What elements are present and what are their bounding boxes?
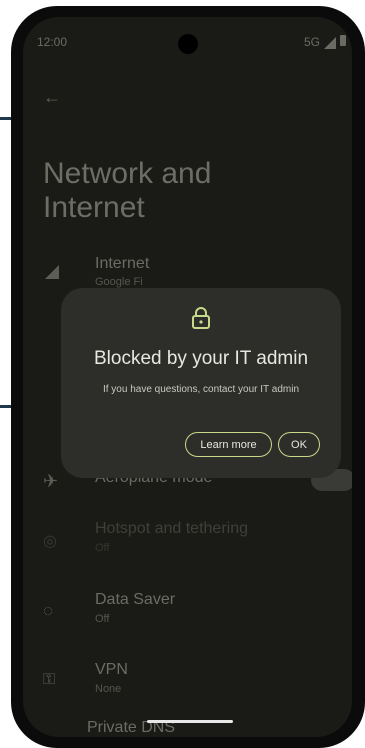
status-bar: 12:00 5G <box>23 17 352 57</box>
dialog-title: Blocked by your IT admin <box>93 348 309 369</box>
learn-more-button[interactable]: Learn more <box>185 432 272 457</box>
status-time: 12:00 <box>37 35 68 49</box>
data-saver-icon: ◌ <box>43 601 54 620</box>
settings-item-subtitle: None <box>95 683 122 695</box>
network-type: 5G <box>303 35 320 49</box>
hotspot-icon: ◎ <box>43 533 57 550</box>
settings-item-title: Hotspot and tethering <box>95 520 248 537</box>
battery-icon <box>340 35 346 46</box>
phone-frame: 12:00 5G ← Network and Internet Internet… <box>11 6 365 748</box>
lock-icon <box>192 307 210 329</box>
signal-icon <box>45 265 59 279</box>
settings-item-title: VPN <box>95 661 128 678</box>
blocked-dialog: Blocked by your IT admin If you have que… <box>61 288 341 478</box>
dialog-message: If you have questions, contact your IT a… <box>102 384 300 395</box>
back-arrow-icon[interactable]: ← <box>43 87 61 108</box>
page-title: Network and Internet <box>43 157 212 224</box>
settings-item-title: Internet <box>95 255 150 272</box>
phone-screen: 12:00 5G ← Network and Internet Internet… <box>23 17 352 737</box>
settings-item-subtitle: Off <box>95 613 110 625</box>
camera-cutout <box>178 34 198 54</box>
settings-item-subtitle: Google Fi <box>95 276 143 288</box>
aeroplane-icon: ✈ <box>43 471 59 491</box>
settings-item-title: Data Saver <box>95 591 176 608</box>
signal-icon <box>324 37 336 49</box>
ok-button[interactable]: OK <box>278 432 320 457</box>
key-icon: ⚿ <box>43 671 56 688</box>
settings-item-subtitle: Off <box>95 542 110 554</box>
gesture-nav-bar[interactable] <box>147 720 233 723</box>
